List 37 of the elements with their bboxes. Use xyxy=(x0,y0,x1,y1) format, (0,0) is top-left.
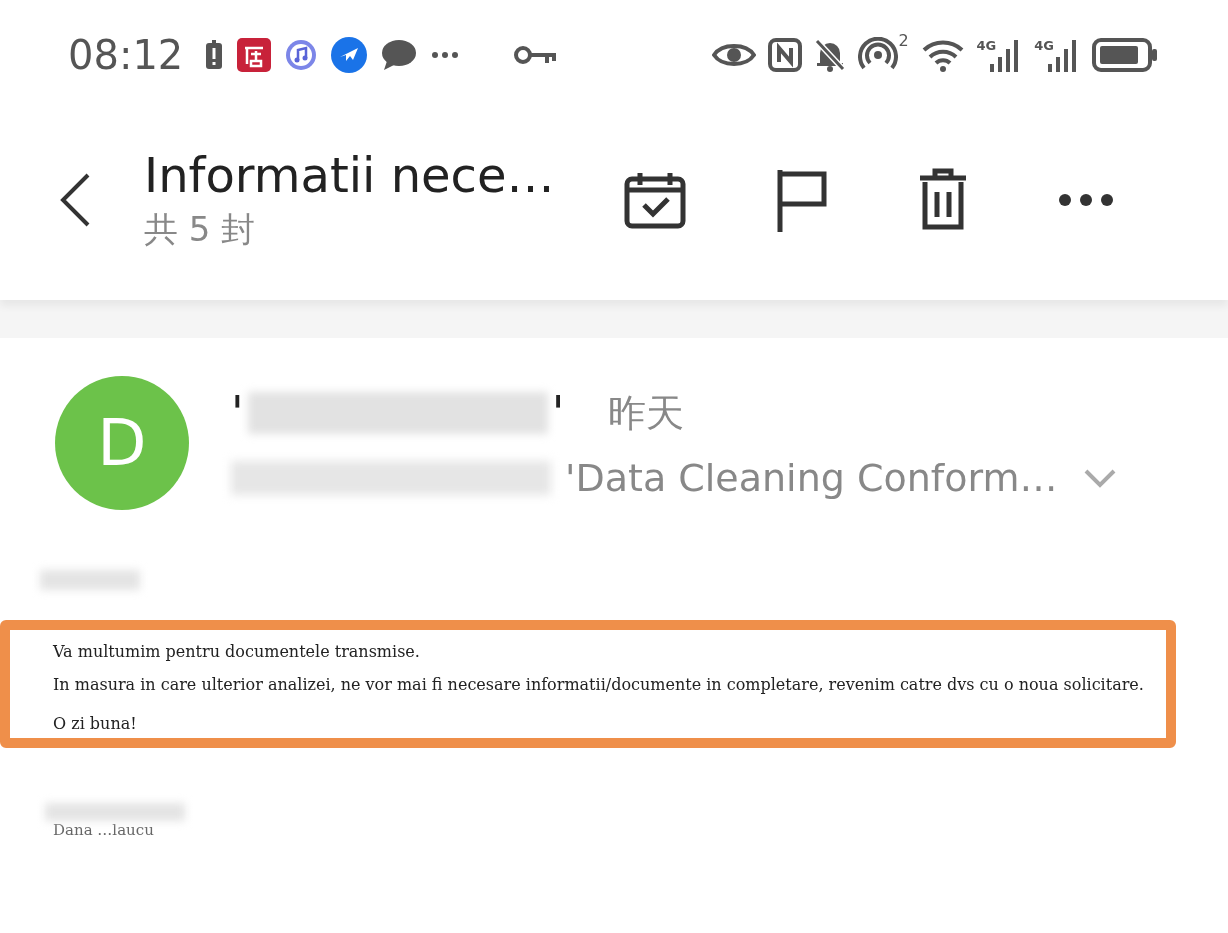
music-note-icon xyxy=(285,39,318,71)
chat-bubble-icon xyxy=(381,39,418,71)
sender-name: ' ' xyxy=(231,386,565,440)
calendar-check-icon xyxy=(624,171,686,229)
nfc-icon xyxy=(768,38,803,72)
thread-title: Informatii nece… xyxy=(144,147,556,203)
message-count: 共 5 封 xyxy=(144,208,257,251)
network-type: 4G xyxy=(1034,38,1054,53)
body-paragraph: In masura in care ulterior analizei, ne vor mai fi necesare informatii/documente in completare, revenim catre dvs cu o noua solicitare. xyxy=(53,675,1145,694)
calendar-button[interactable] xyxy=(624,171,686,229)
body-paragraph: Va multumim pentru documentele transmise. xyxy=(53,642,421,661)
wifi-icon xyxy=(920,38,965,72)
eye-icon xyxy=(712,41,757,69)
network-type: 4G xyxy=(976,38,997,53)
flag-button[interactable] xyxy=(776,168,828,232)
sender-avatar: D xyxy=(55,376,189,510)
message-date: 昨天 xyxy=(608,389,685,437)
airplane-icon xyxy=(331,37,368,73)
key-icon xyxy=(513,45,558,65)
bell-muted-icon xyxy=(814,38,847,72)
signature-name: Dana …laucu xyxy=(53,821,154,839)
delete-button[interactable] xyxy=(918,168,968,232)
more-icon xyxy=(1058,193,1114,207)
flag-icon xyxy=(776,168,828,232)
app-icon xyxy=(237,38,272,72)
more-icon xyxy=(431,51,460,59)
battery-alert-icon xyxy=(205,40,224,70)
more-button[interactable] xyxy=(1058,193,1114,207)
clock-time: 08:12 xyxy=(68,32,184,78)
battery-icon xyxy=(1092,38,1158,72)
back-button[interactable] xyxy=(58,172,92,228)
closing-line: O zi buna! xyxy=(53,714,137,733)
message-subject: 'Data Cleaning Conform… xyxy=(565,456,1058,500)
chevron-down-icon xyxy=(1083,468,1118,488)
hotspot-count: 2 xyxy=(898,31,909,50)
trash-icon xyxy=(918,168,968,232)
back-icon xyxy=(58,172,92,228)
